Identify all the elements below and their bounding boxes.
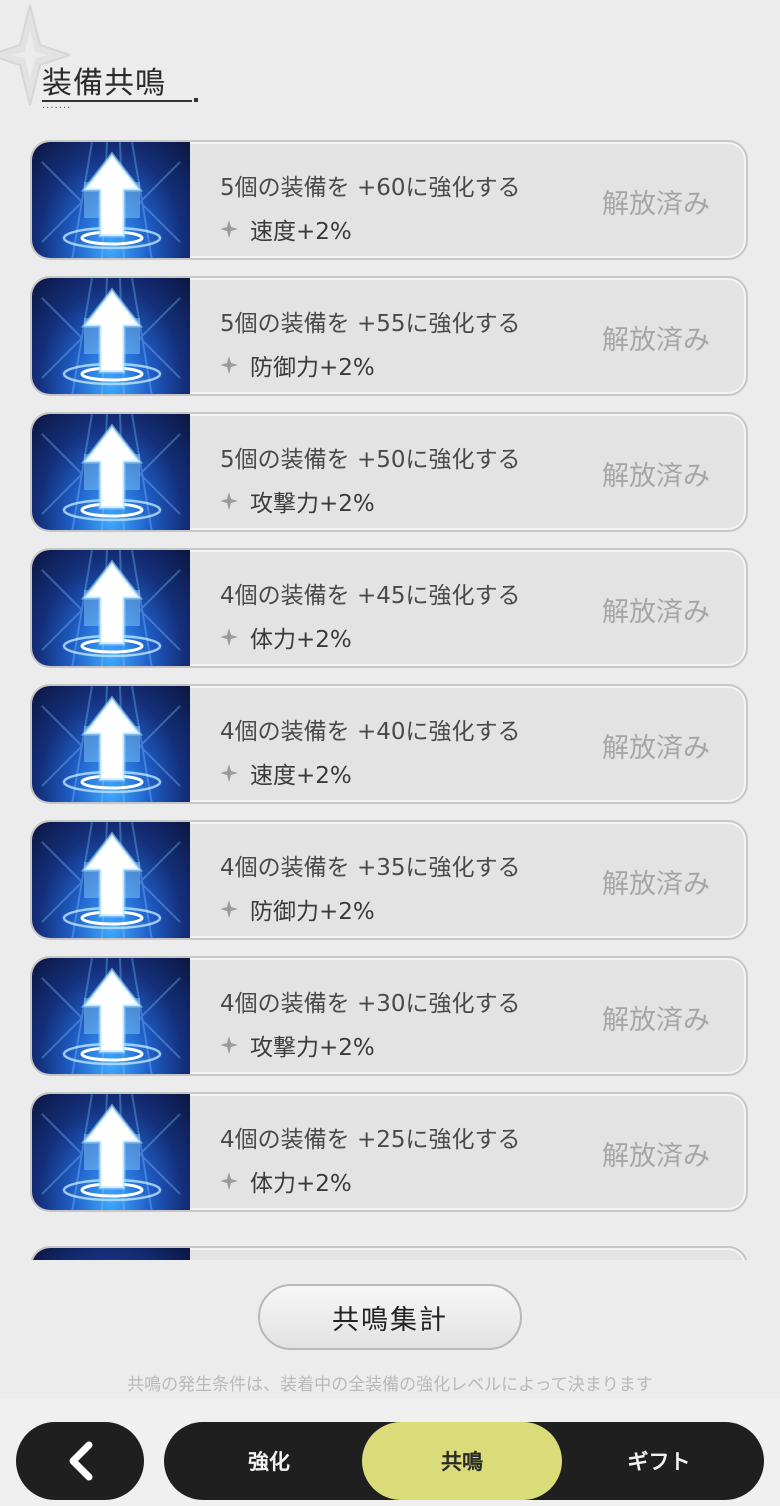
resonance-card-text: 5個の装備を +50に強化する 攻撃力+2% [220,440,520,518]
title-underline [42,98,198,102]
resonance-card[interactable]: 5個の装備を +55に強化する 防御力+2% 解放済み [30,276,748,396]
sparkle-icon [220,356,238,374]
resonance-status: 解放済み [602,869,710,900]
resonance-bonus: 体力+2% [250,1171,352,1197]
resonance-condition: 4個の装備を +25に強化する [220,1127,521,1153]
resonance-thumbnail [32,958,190,1074]
resonance-status: 解放済み [602,189,710,220]
resonance-bonus-row: 攻撃力+2% [220,1028,520,1062]
sparkle-icon [220,492,238,510]
resonance-card-partial-bottom [30,1246,748,1260]
resonance-status: 解放済み [602,461,710,492]
resonance-thumbnail [32,1094,190,1210]
resonance-bonus-row: 防御力+2% [220,348,520,382]
resonance-thumbnail [32,1248,190,1260]
resonance-status: 解放済み [602,325,710,356]
resonance-card-text: 4個の装備を +25に強化する 体力+2% [220,1120,520,1198]
resonance-status: 解放済み [602,1005,710,1036]
resonance-card-text: 4個の装備を +45に強化する 体力+2% [220,576,520,654]
resonance-condition: 5個の装備を +60に強化する [220,175,521,201]
resonance-card[interactable]: 5個の装備を +60に強化する 速度+2% 解放済み [30,140,748,260]
sparkle-icon [220,1036,238,1054]
resonance-footnote: 共鳴の発生条件は、装着中の全装備の強化レベルによって決まります [127,1375,653,1395]
back-button[interactable] [16,1422,144,1500]
sparkle-icon [220,220,238,238]
tab-gift[interactable]: ギフト [574,1422,744,1500]
resonance-card[interactable]: 4個の装備を +25に強化する 体力+2% 解放済み [30,1092,748,1212]
resonance-thumbnail [32,414,190,530]
resonance-thumbnail [32,142,190,258]
resonance-condition: 5個の装備を +55に強化する [220,311,521,337]
title-dots: ······· [42,103,72,114]
resonance-bonus-row: 体力+2% [220,620,520,654]
resonance-card[interactable]: 4個の装備を +30に強化する 攻撃力+2% 解放済み [30,956,748,1076]
resonance-bonus: 速度+2% [250,763,352,789]
resonance-condition: 4個の装備を +40に強化する [220,719,521,745]
resonance-bonus-row: 速度+2% [220,756,520,790]
resonance-card[interactable]: 4個の装備を +40に強化する 速度+2% 解放済み [30,684,748,804]
page-title: 装備共鳴 [42,66,166,101]
resonance-bonus: 攻撃力+2% [250,1035,375,1061]
resonance-bonus-row: 体力+2% [220,1164,520,1198]
tab-enhance[interactable]: 強化 [184,1422,354,1500]
resonance-thumbnail [32,278,190,394]
resonance-bonus: 防御力+2% [250,899,375,925]
sparkle-icon [220,900,238,918]
resonance-condition: 4個の装備を +35に強化する [220,855,521,881]
sparkle-icon [220,628,238,646]
resonance-card[interactable]: 4個の装備を +45に強化する 体力+2% 解放済み [30,548,748,668]
resonance-card-text: 4個の装備を +40に強化する 速度+2% [220,712,520,790]
resonance-bonus: 攻撃力+2% [250,491,375,517]
resonance-card-text: 5個の装備を +60に強化する 速度+2% [220,168,520,246]
resonance-list[interactable]: 5個の装備を +60に強化する 速度+2% 解放済み 5個の装備を +55に強化… [0,130,780,1260]
sparkle-icon [220,764,238,782]
resonance-bonus-row: 防御力+2% [220,892,520,926]
tab-resonance[interactable]: 共鳴 [362,1422,562,1500]
sparkle-icon [220,1172,238,1190]
resonance-thumbnail [32,550,190,666]
resonance-condition: 5個の装備を +50に強化する [220,447,521,473]
resonance-status: 解放済み [602,597,710,628]
resonance-condition: 4個の装備を +30に強化する [220,991,521,1017]
resonance-thumbnail [32,686,190,802]
resonance-card-text: 4個の装備を +30に強化する 攻撃力+2% [220,984,520,1062]
resonance-bonus-row: 速度+2% [220,212,520,246]
resonance-bonus: 防御力+2% [250,355,375,381]
resonance-card-text: 4個の装備を +35に強化する 防御力+2% [220,848,520,926]
chevron-left-icon [69,1441,93,1481]
tab-bar: 強化 共鳴 ギフト [164,1422,764,1500]
resonance-bonus: 体力+2% [250,627,352,653]
resonance-status: 解放済み [602,1141,710,1172]
resonance-card-text: 5個の装備を +55に強化する 防御力+2% [220,304,520,382]
resonance-status: 解放済み [602,733,710,764]
resonance-card[interactable]: 4個の装備を +35に強化する 防御力+2% 解放済み [30,820,748,940]
resonance-condition: 4個の装備を +45に強化する [220,583,521,609]
page-header: 装備共鳴 ······· [0,0,780,130]
resonance-bonus-row: 攻撃力+2% [220,484,520,518]
resonance-summary-button[interactable]: 共鳴集計 [258,1284,522,1350]
resonance-card[interactable]: 5個の装備を +50に強化する 攻撃力+2% 解放済み [30,412,748,532]
resonance-bonus: 速度+2% [250,219,352,245]
resonance-thumbnail [32,822,190,938]
